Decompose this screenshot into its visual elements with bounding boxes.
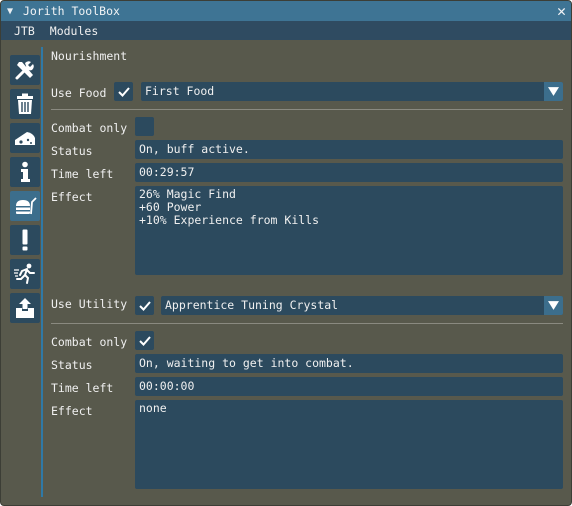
utility-select-value: Apprentice Tuning Crystal	[165, 298, 339, 312]
alert-icon	[22, 229, 28, 251]
utility-select[interactable]: Apprentice Tuning Crystal	[161, 296, 563, 315]
sidebar-upload-button[interactable]	[10, 293, 40, 323]
utility-status-label: Status	[51, 358, 93, 372]
checkmark-icon	[138, 335, 151, 346]
use-food-checkbox[interactable]	[114, 82, 133, 101]
effect-line: +10% Experience from Kills	[139, 213, 320, 227]
info-icon	[21, 161, 30, 182]
food-combat-only-checkbox[interactable]	[135, 117, 154, 136]
close-icon[interactable]: ✕	[557, 2, 566, 20]
utility-combat-only-checkbox[interactable]	[135, 331, 154, 350]
upload-box-icon	[16, 298, 34, 318]
checkmark-icon	[138, 300, 151, 311]
sidebar-food-button[interactable]	[10, 191, 40, 221]
utility-effect-label: Effect	[51, 404, 93, 418]
sidebar-info-button[interactable]	[10, 157, 40, 187]
food-time-left-field: 00:29:57	[135, 163, 563, 182]
sidebar-cheese-button[interactable]	[10, 123, 40, 153]
menu-jtb[interactable]: JTB	[14, 24, 35, 38]
sidebar-divider	[41, 47, 43, 497]
food-status-label: Status	[51, 144, 93, 158]
title-bar[interactable]: ▼ Jorith ToolBox ✕	[1, 1, 571, 21]
effect-line: none	[139, 401, 167, 415]
checkmark-icon	[117, 86, 130, 97]
use-utility-label: Use Utility	[51, 297, 128, 311]
sidebar-tools-button[interactable]	[10, 55, 40, 85]
trash-icon	[17, 93, 33, 114]
utility-time-left-label: Time left	[51, 381, 114, 395]
tools-icon	[15, 61, 34, 80]
effect-line: 26% Magic Find	[139, 187, 236, 201]
utility-time-left-field: 00:00:00	[135, 377, 563, 396]
menu-modules[interactable]: Modules	[50, 24, 98, 38]
food-select-value: First Food	[145, 84, 215, 98]
window-title: Jorith ToolBox	[23, 4, 120, 18]
cheese-icon	[15, 132, 35, 145]
food-select[interactable]: First Food	[141, 82, 563, 101]
chevron-down-icon[interactable]	[544, 82, 563, 101]
separator	[51, 109, 563, 110]
utility-effect-box[interactable]: none	[135, 400, 563, 489]
sidebar-runner-button[interactable]	[10, 259, 40, 289]
use-utility-checkbox[interactable]	[135, 296, 154, 315]
sidebar-alert-button[interactable]	[10, 225, 40, 255]
utility-status-field: On, waiting to get into combat.	[135, 354, 563, 373]
collapse-arrow-icon[interactable]: ▼	[7, 6, 19, 17]
separator	[51, 323, 563, 324]
use-food-label: Use Food	[51, 86, 107, 100]
utility-combat-only-label: Combat only	[51, 335, 128, 349]
food-effect-box[interactable]: 26% Magic Find +60 Power +10% Experience…	[135, 186, 563, 275]
food-time-left-label: Time left	[51, 167, 114, 181]
toolbox-window: ▼ Jorith ToolBox ✕ JTB Modules Nourishme…	[0, 0, 572, 506]
menu-bar: JTB Modules	[1, 21, 571, 40]
food-status-field: On, buff active.	[135, 140, 563, 159]
runner-icon	[14, 263, 35, 284]
sidebar-trash-button[interactable]	[10, 89, 40, 119]
chevron-down-icon[interactable]	[544, 296, 563, 315]
food-effect-label: Effect	[51, 190, 93, 204]
food-icon	[16, 197, 37, 215]
food-combat-only-label: Combat only	[51, 121, 128, 135]
section-title: Nourishment	[51, 49, 128, 63]
